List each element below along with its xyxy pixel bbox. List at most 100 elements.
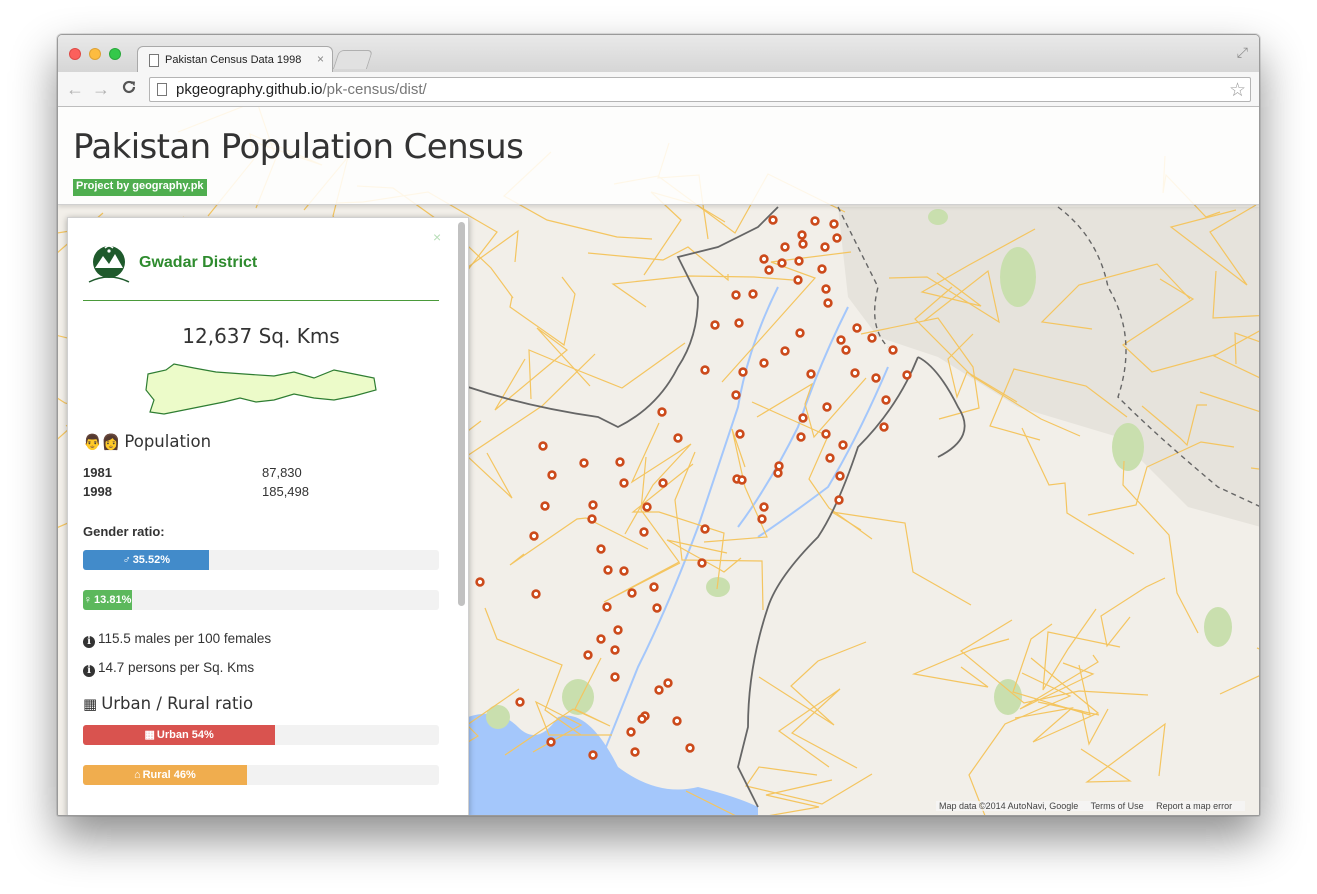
district-marker[interactable] bbox=[867, 333, 877, 343]
district-marker[interactable] bbox=[658, 478, 668, 488]
report-map-error-link[interactable]: Report a map error bbox=[1156, 801, 1232, 811]
district-marker[interactable] bbox=[697, 558, 707, 568]
district-marker[interactable] bbox=[649, 582, 659, 592]
district-marker[interactable] bbox=[731, 290, 741, 300]
district-marker[interactable] bbox=[798, 413, 808, 423]
district-marker[interactable] bbox=[737, 475, 747, 485]
district-marker[interactable] bbox=[734, 318, 744, 328]
district-marker[interactable] bbox=[731, 390, 741, 400]
district-marker[interactable] bbox=[619, 566, 629, 576]
tab-close-icon[interactable]: × bbox=[317, 52, 324, 66]
district-marker[interactable] bbox=[822, 402, 832, 412]
district-marker[interactable] bbox=[475, 577, 485, 587]
district-marker[interactable] bbox=[810, 216, 820, 226]
district-marker[interactable] bbox=[735, 429, 745, 439]
district-marker[interactable] bbox=[672, 716, 682, 726]
district-marker[interactable] bbox=[654, 685, 664, 695]
district-marker[interactable] bbox=[579, 458, 589, 468]
district-marker[interactable] bbox=[823, 298, 833, 308]
district-marker[interactable] bbox=[780, 242, 790, 252]
district-marker[interactable] bbox=[639, 527, 649, 537]
district-marker[interactable] bbox=[793, 275, 803, 285]
district-marker[interactable] bbox=[613, 625, 623, 635]
reload-icon[interactable] bbox=[121, 79, 137, 100]
district-marker[interactable] bbox=[795, 328, 805, 338]
district-marker[interactable] bbox=[829, 219, 839, 229]
district-marker[interactable] bbox=[540, 501, 550, 511]
district-marker[interactable] bbox=[871, 373, 881, 383]
district-marker[interactable] bbox=[587, 514, 597, 524]
district-marker[interactable] bbox=[610, 645, 620, 655]
district-marker[interactable] bbox=[630, 747, 640, 757]
back-arrow-icon[interactable]: ← bbox=[66, 79, 84, 99]
close-window-button[interactable] bbox=[69, 48, 81, 60]
district-marker[interactable] bbox=[700, 365, 710, 375]
forward-arrow-icon[interactable]: → bbox=[92, 79, 110, 99]
district-marker[interactable] bbox=[798, 239, 808, 249]
fullscreen-icon[interactable]: ⤢ bbox=[1237, 44, 1248, 61]
terms-of-use-link[interactable]: Terms of Use bbox=[1091, 801, 1144, 811]
district-marker[interactable] bbox=[780, 346, 790, 356]
district-marker[interactable] bbox=[773, 468, 783, 478]
district-marker[interactable] bbox=[821, 429, 831, 439]
district-marker[interactable] bbox=[627, 588, 637, 598]
district-marker[interactable] bbox=[881, 395, 891, 405]
district-marker[interactable] bbox=[583, 650, 593, 660]
district-marker[interactable] bbox=[602, 602, 612, 612]
district-marker[interactable] bbox=[757, 514, 767, 524]
zoom-window-button[interactable] bbox=[109, 48, 121, 60]
district-marker[interactable] bbox=[821, 284, 831, 294]
project-badge-link[interactable]: Project by geography.pk bbox=[73, 179, 207, 196]
district-marker[interactable] bbox=[700, 524, 710, 534]
district-marker[interactable] bbox=[759, 358, 769, 368]
district-marker[interactable] bbox=[796, 432, 806, 442]
minimize-window-button[interactable] bbox=[89, 48, 101, 60]
district-marker[interactable] bbox=[615, 457, 625, 467]
district-marker[interactable] bbox=[850, 368, 860, 378]
district-marker[interactable] bbox=[596, 634, 606, 644]
district-marker[interactable] bbox=[531, 589, 541, 599]
close-icon[interactable]: × bbox=[433, 230, 441, 244]
district-marker[interactable] bbox=[759, 502, 769, 512]
district-marker[interactable] bbox=[663, 678, 673, 688]
district-marker[interactable] bbox=[619, 478, 629, 488]
district-marker[interactable] bbox=[774, 461, 784, 471]
address-bar[interactable]: pkgeography.github.io/pk-census/dist/ ☆ bbox=[149, 77, 1251, 102]
district-marker[interactable] bbox=[738, 367, 748, 377]
district-marker[interactable] bbox=[902, 370, 912, 380]
district-marker[interactable] bbox=[888, 345, 898, 355]
district-marker[interactable] bbox=[820, 242, 830, 252]
district-marker[interactable] bbox=[817, 264, 827, 274]
district-marker[interactable] bbox=[603, 565, 613, 575]
district-marker[interactable] bbox=[529, 531, 539, 541]
district-marker[interactable] bbox=[637, 714, 647, 724]
district-marker[interactable] bbox=[835, 471, 845, 481]
district-marker[interactable] bbox=[759, 254, 769, 264]
browser-tab-active[interactable]: Pakistan Census Data 1998 × bbox=[137, 46, 333, 73]
district-marker[interactable] bbox=[777, 258, 787, 268]
district-marker[interactable] bbox=[588, 500, 598, 510]
district-marker[interactable] bbox=[748, 289, 758, 299]
district-marker[interactable] bbox=[879, 422, 889, 432]
district-marker[interactable] bbox=[547, 470, 557, 480]
district-marker[interactable] bbox=[685, 743, 695, 753]
district-marker[interactable] bbox=[515, 697, 525, 707]
district-marker[interactable] bbox=[764, 265, 774, 275]
new-tab-button[interactable] bbox=[332, 50, 374, 69]
district-marker[interactable] bbox=[610, 672, 620, 682]
panel-scrollbar[interactable] bbox=[458, 222, 465, 606]
district-marker[interactable] bbox=[626, 727, 636, 737]
district-marker[interactable] bbox=[588, 750, 598, 760]
district-marker[interactable] bbox=[794, 256, 804, 266]
district-marker[interactable] bbox=[596, 544, 606, 554]
district-marker[interactable] bbox=[797, 230, 807, 240]
district-marker[interactable] bbox=[657, 407, 667, 417]
district-marker[interactable] bbox=[673, 433, 683, 443]
district-marker[interactable] bbox=[538, 441, 548, 451]
district-marker[interactable] bbox=[852, 323, 862, 333]
bookmark-star-icon[interactable]: ☆ bbox=[1229, 79, 1246, 102]
district-marker[interactable] bbox=[652, 603, 662, 613]
district-marker[interactable] bbox=[642, 502, 652, 512]
url-text[interactable]: pkgeography.github.io/pk-census/dist/ bbox=[176, 81, 427, 98]
district-marker[interactable] bbox=[806, 369, 816, 379]
